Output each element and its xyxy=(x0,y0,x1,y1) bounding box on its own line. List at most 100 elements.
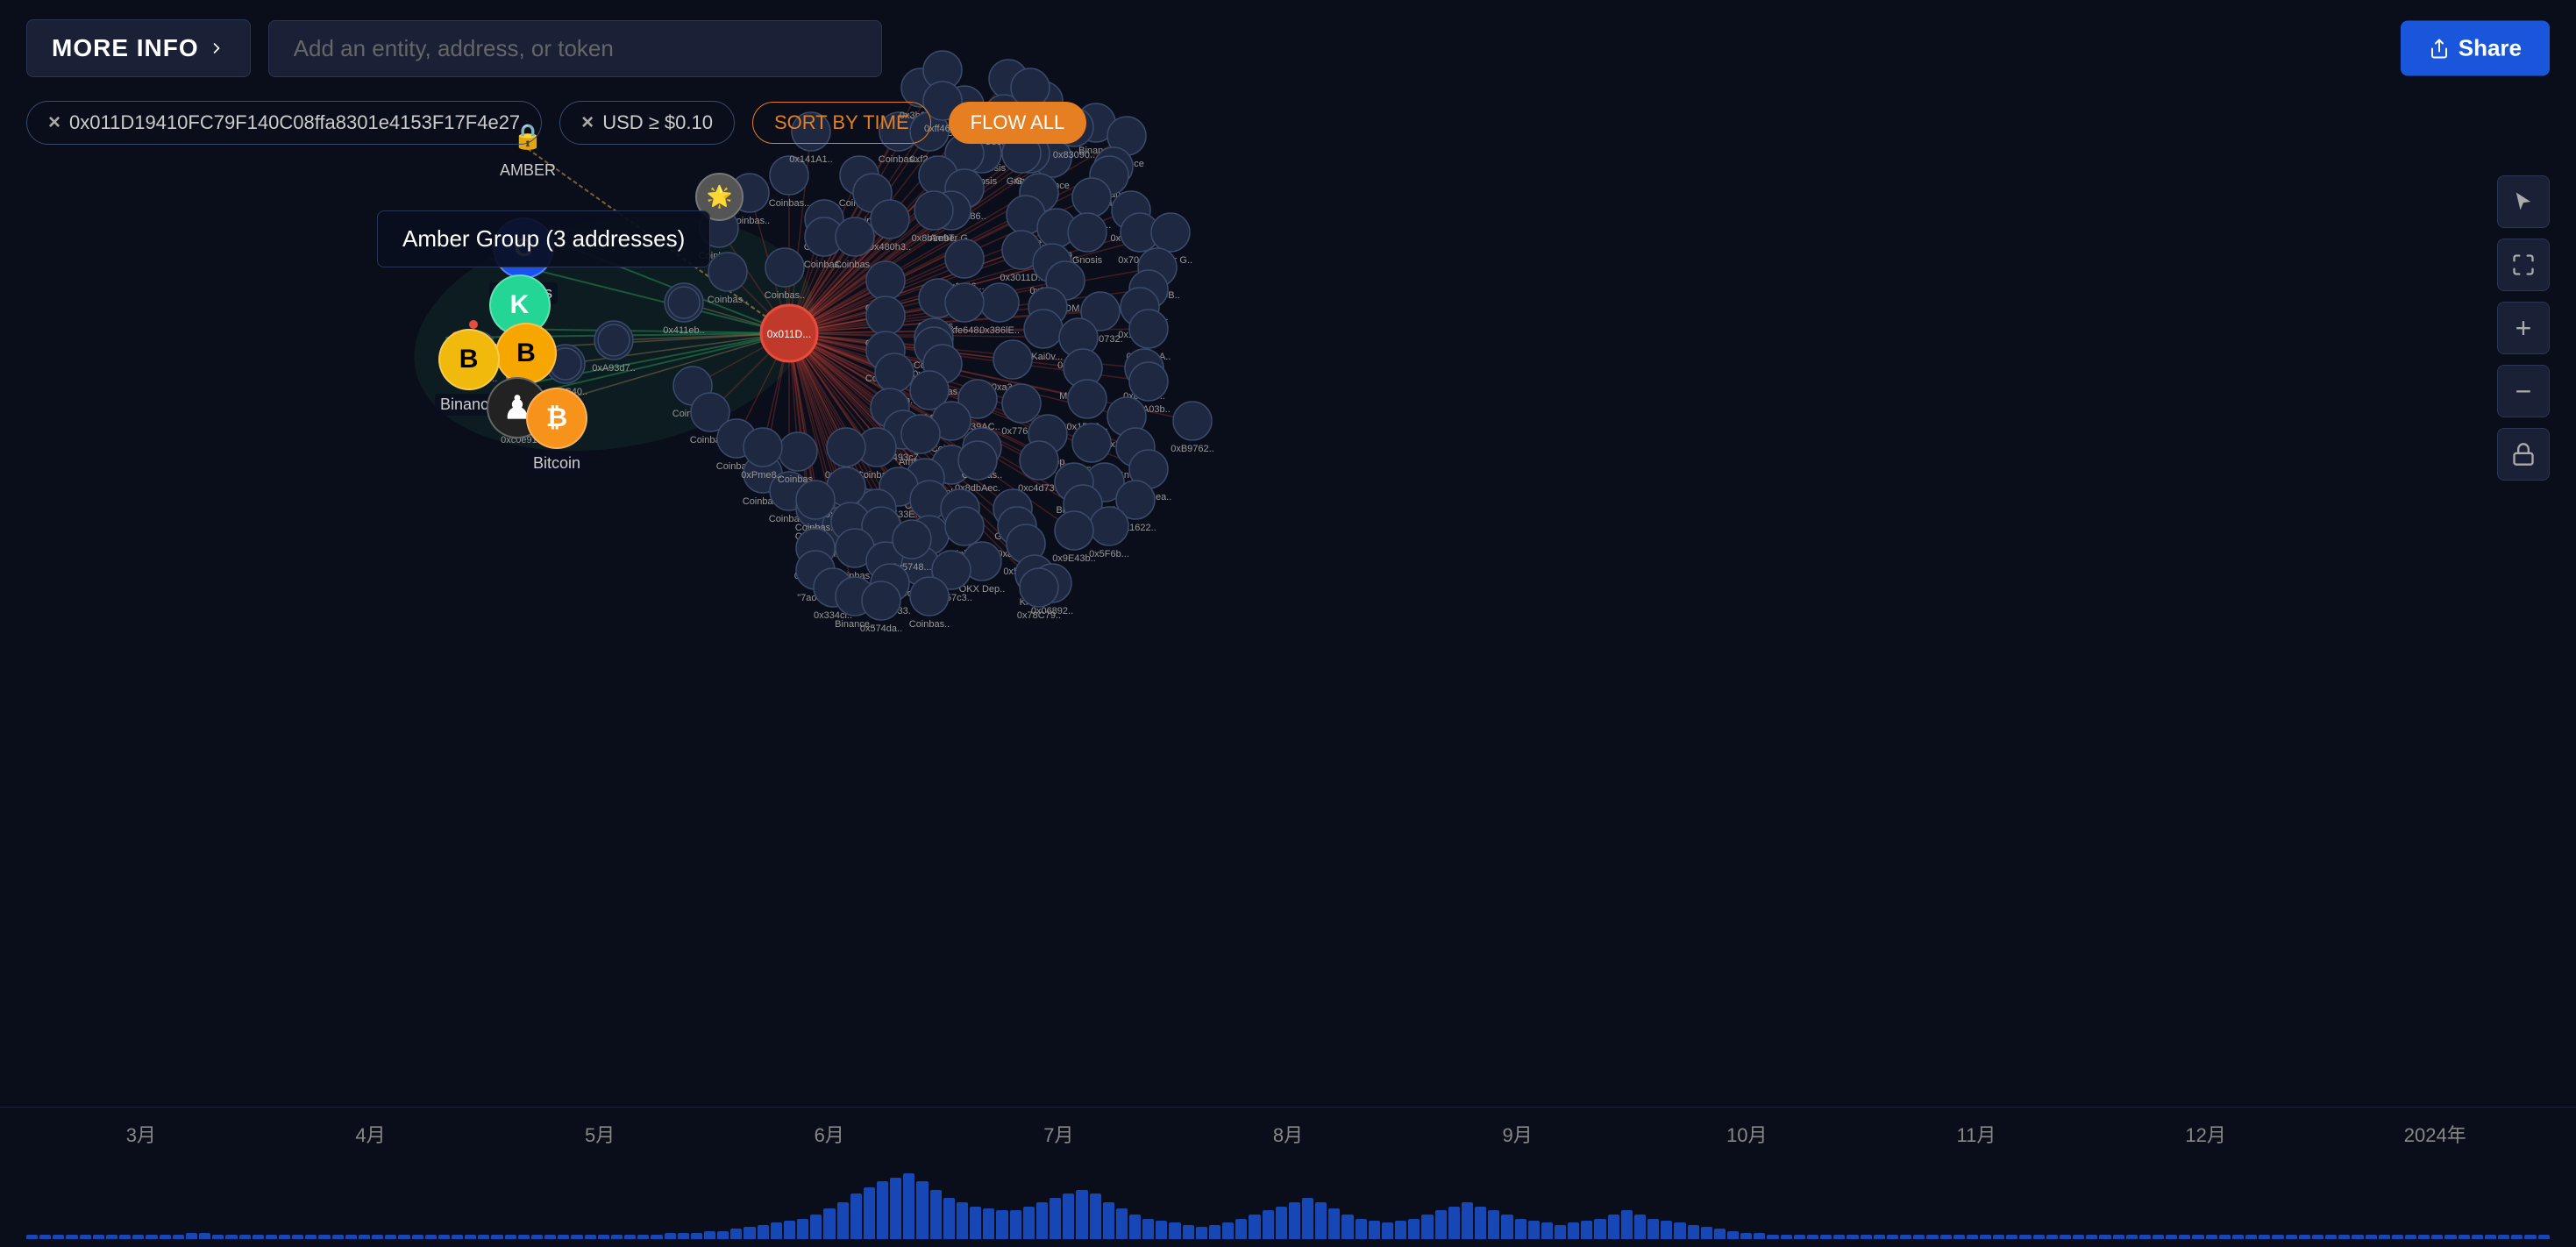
timeline-bar[interactable] xyxy=(1688,1225,1699,1239)
timeline-bar[interactable] xyxy=(239,1235,251,1239)
timeline-bar[interactable] xyxy=(2498,1235,2509,1239)
timeline-bar[interactable] xyxy=(160,1235,171,1239)
timeline-bar[interactable] xyxy=(1874,1235,1885,1239)
timeline-bar[interactable] xyxy=(1382,1222,1393,1239)
timeline-bar[interactable] xyxy=(412,1235,423,1239)
timeline-bar[interactable] xyxy=(2538,1235,2550,1239)
timeline-bar[interactable] xyxy=(505,1235,516,1239)
timeline-bar[interactable] xyxy=(2113,1235,2124,1239)
timeline-bar[interactable] xyxy=(1183,1225,1194,1239)
zoom-in-button[interactable]: + xyxy=(2497,302,2550,354)
timeline-bar[interactable] xyxy=(930,1190,942,1239)
timeline-bar[interactable] xyxy=(225,1235,237,1239)
timeline-bar[interactable] xyxy=(1328,1208,1340,1239)
timeline-bar[interactable] xyxy=(2086,1235,2097,1239)
timeline-bar[interactable] xyxy=(1887,1235,1898,1239)
sort-filter-tag[interactable]: SORT BY TIME xyxy=(752,102,931,144)
timeline-bar[interactable] xyxy=(1063,1194,1074,1239)
timeline-bar[interactable] xyxy=(186,1233,197,1239)
timeline-bar[interactable] xyxy=(2286,1235,2297,1239)
timeline-bar[interactable] xyxy=(2392,1235,2403,1239)
timeline-bar[interactable] xyxy=(1727,1231,1739,1239)
timeline-bar[interactable] xyxy=(1023,1207,1035,1240)
timeline-bar[interactable] xyxy=(2272,1235,2283,1239)
timeline-bar[interactable] xyxy=(1475,1207,1486,1240)
timeline-bar[interactable] xyxy=(2153,1235,2164,1239)
timeline-bar[interactable] xyxy=(132,1235,144,1239)
timeline-bar[interactable] xyxy=(2511,1235,2523,1239)
timeline-bar[interactable] xyxy=(2485,1235,2496,1239)
timeline-bar[interactable] xyxy=(2033,1235,2045,1239)
timeline-bar[interactable] xyxy=(2472,1235,2483,1239)
timeline-bar[interactable] xyxy=(53,1235,64,1239)
usd-filter-tag[interactable]: × USD ≥ $0.10 xyxy=(559,101,735,145)
address-filter-tag[interactable]: × 0x011D19410FC79F140C08ffa8301e4153F17F… xyxy=(26,101,542,145)
timeline-bar[interactable] xyxy=(1754,1233,1765,1239)
timeline-bar[interactable] xyxy=(1276,1207,1287,1240)
timeline-bar[interactable] xyxy=(66,1235,77,1239)
timeline-bar[interactable] xyxy=(173,1235,184,1239)
timeline-bar[interactable] xyxy=(996,1210,1007,1239)
timeline-bar[interactable] xyxy=(2019,1235,2031,1239)
timeline-bar[interactable] xyxy=(1421,1215,1433,1239)
timeline-bar[interactable] xyxy=(2166,1235,2177,1239)
timeline-bar[interactable] xyxy=(957,1202,968,1239)
timeline-bar[interactable] xyxy=(1435,1210,1447,1239)
timeline-bar[interactable] xyxy=(651,1235,662,1239)
remove-address-icon[interactable]: × xyxy=(48,110,60,135)
timeline-bar[interactable] xyxy=(637,1235,649,1239)
timeline-bar[interactable] xyxy=(1408,1219,1420,1239)
graph-area[interactable]: 0x011D...0x411eb..0xA93d7..0x66C40..0xfc… xyxy=(0,0,2576,1107)
timeline-bar[interactable] xyxy=(1369,1221,1380,1239)
timeline-bar[interactable] xyxy=(758,1225,769,1239)
timeline-bar[interactable] xyxy=(678,1233,689,1239)
timeline-bar[interactable] xyxy=(1714,1229,1726,1239)
timeline-bar[interactable] xyxy=(744,1227,755,1239)
timeline-bar[interactable] xyxy=(478,1235,489,1239)
timeline-bar[interactable] xyxy=(1568,1222,1579,1239)
timeline-bar[interactable] xyxy=(2338,1235,2350,1239)
timeline-bar[interactable] xyxy=(1807,1235,1818,1239)
timeline-bar[interactable] xyxy=(1302,1198,1313,1239)
timeline-bar[interactable] xyxy=(611,1235,623,1239)
timeline-bar[interactable] xyxy=(1169,1222,1180,1239)
timeline-bar[interactable] xyxy=(1767,1235,1778,1239)
timeline-bar[interactable] xyxy=(1103,1202,1114,1239)
timeline-bar[interactable] xyxy=(1528,1221,1540,1239)
cursor-tool-button[interactable] xyxy=(2497,175,2550,228)
timeline-bar[interactable] xyxy=(1156,1221,1167,1239)
timeline-bar[interactable] xyxy=(1647,1219,1659,1239)
timeline-bar[interactable] xyxy=(2352,1235,2363,1239)
timeline-bar[interactable] xyxy=(1634,1215,1646,1239)
timeline-bar[interactable] xyxy=(916,1181,928,1239)
timeline-bar[interactable] xyxy=(1501,1215,1512,1239)
timeline-bar[interactable] xyxy=(2379,1235,2390,1239)
timeline-bar[interactable] xyxy=(1740,1233,1752,1239)
timeline-bar[interactable] xyxy=(704,1231,715,1239)
timeline-bar[interactable] xyxy=(2139,1235,2151,1239)
more-info-button[interactable]: MORE INFO xyxy=(26,19,251,77)
share-button[interactable]: Share xyxy=(2401,21,2550,76)
timeline-bar[interactable] xyxy=(212,1235,224,1239)
timeline-bar[interactable] xyxy=(1090,1194,1101,1239)
timeline-bar[interactable] xyxy=(2459,1235,2470,1239)
timeline-bar[interactable] xyxy=(332,1235,344,1239)
timeline-bar[interactable] xyxy=(1701,1227,1712,1239)
timeline-bar[interactable] xyxy=(1395,1221,1406,1239)
timeline-bar[interactable] xyxy=(385,1235,396,1239)
timeline-bar[interactable] xyxy=(1900,1235,1911,1239)
timeline-bar[interactable] xyxy=(2312,1235,2323,1239)
timeline-bar[interactable] xyxy=(1781,1235,1792,1239)
timeline-bar[interactable] xyxy=(491,1235,502,1239)
timeline-bar[interactable] xyxy=(531,1235,543,1239)
search-input[interactable] xyxy=(268,20,882,77)
timeline-bar[interactable] xyxy=(1581,1221,1592,1239)
zoom-out-button[interactable]: − xyxy=(2497,365,2550,417)
remove-usd-icon[interactable]: × xyxy=(581,110,594,135)
timeline-bar[interactable] xyxy=(837,1202,849,1239)
timeline-bar[interactable] xyxy=(80,1235,91,1239)
timeline-bar[interactable] xyxy=(1993,1235,2004,1239)
timeline-bar[interactable] xyxy=(585,1235,596,1239)
timeline-bar[interactable] xyxy=(1356,1219,1367,1239)
timeline-bar[interactable] xyxy=(372,1235,383,1239)
